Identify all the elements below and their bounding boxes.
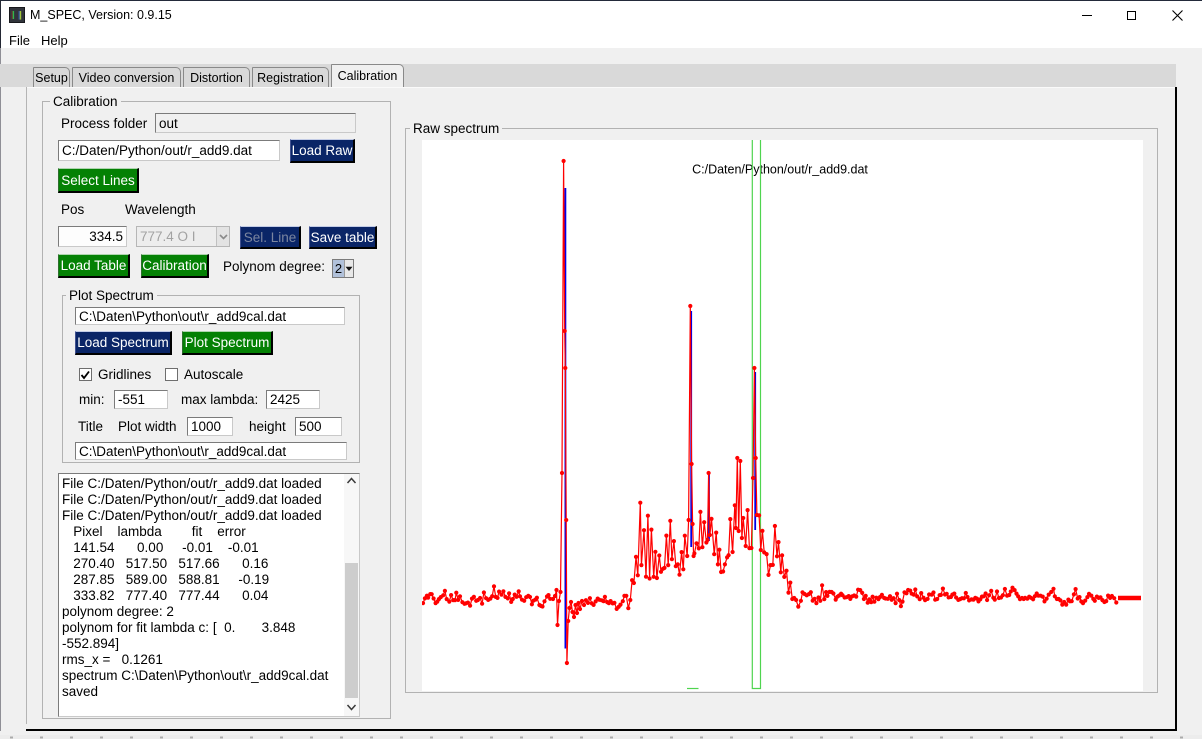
svg-text:C:/Daten/Python/out/r_add9.dat: C:/Daten/Python/out/r_add9.dat [692,163,868,177]
